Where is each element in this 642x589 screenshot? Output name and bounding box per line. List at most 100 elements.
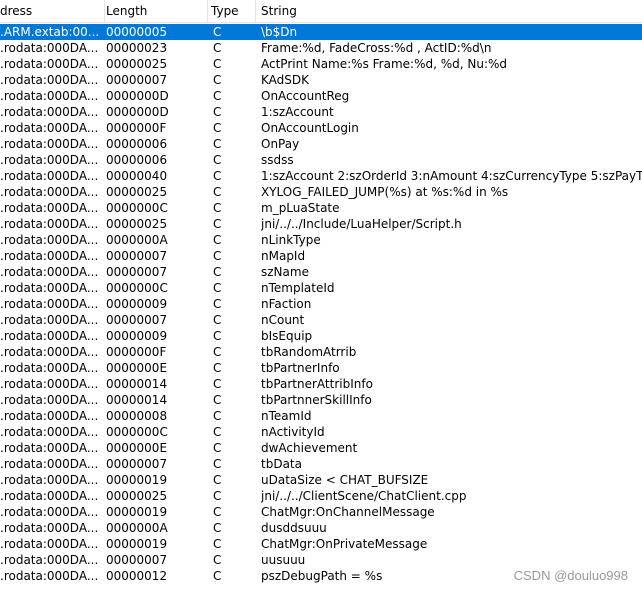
- string-cell: szName: [261, 265, 309, 279]
- length-cell: 0000000A: [106, 521, 168, 535]
- column-header-type[interactable]: Type: [211, 0, 255, 22]
- table-row[interactable]: .rodata:000DA... 00000019 C ChatMgr:OnPriva…: [0, 536, 642, 552]
- string-cell: OnAccountLogin: [261, 121, 359, 135]
- address-cell: .rodata:000DA...: [0, 121, 99, 135]
- length-cell: 0000000C: [106, 425, 168, 439]
- address-cell: .rodata:000DA...: [0, 297, 99, 311]
- table-row[interactable]: .rodata:000DA... 00000040 C 1:szAccount 2:s…: [0, 168, 642, 184]
- table-row[interactable]: .rodata:000DA... 00000019 C ChatMgr:OnChann…: [0, 504, 642, 520]
- type-cell: C: [213, 505, 222, 519]
- string-cell: Frame:%d, FadeCross:%d , ActID:%d\n: [261, 41, 492, 55]
- column-separator[interactable]: [255, 0, 256, 22]
- table-row[interactable]: .rodata:000DA... 00000007 CnMapId: [0, 248, 642, 264]
- table-row[interactable]: .rodata:000DA... 00000007 CnCount: [0, 312, 642, 328]
- table-row[interactable]: .rodata:000DA... 00000009 CbIsEquip: [0, 328, 642, 344]
- type-cell: C: [213, 345, 222, 359]
- table-row[interactable]: .rodata:000DA... 0000000C Cm_pLuaState: [0, 200, 642, 216]
- type-cell: C: [213, 265, 222, 279]
- length-cell: 0000000D: [106, 89, 169, 103]
- table-row[interactable]: .rodata:000DA... 0000000C CnActivityId: [0, 424, 642, 440]
- table-row[interactable]: .rodata:000DA... 00000006 C OnPay: [0, 136, 642, 152]
- table-row[interactable]: .ARM.extab:00... 00000005 C \b$Dn: [0, 24, 642, 40]
- table-row[interactable]: .rodata:000DA... 00000025 Cjni/../../Inclu…: [0, 216, 642, 232]
- column-header-address[interactable]: dress: [0, 0, 104, 22]
- table-row[interactable]: .rodata:000DA... 00000007 CszName: [0, 264, 642, 280]
- column-header-string[interactable]: String: [261, 0, 642, 22]
- string-cell: nTeamId: [261, 409, 312, 423]
- string-cell: tbPartnnerSkillInfo: [261, 393, 372, 407]
- address-cell: .rodata:000DA...: [0, 169, 99, 183]
- string-cell: 1:szAccount: [261, 105, 334, 119]
- type-cell: C: [213, 153, 222, 167]
- string-cell: tbRandomAtrrib: [261, 345, 357, 359]
- type-cell: C: [213, 201, 222, 215]
- type-cell: C: [213, 121, 222, 135]
- string-cell: dusddsuuu: [261, 521, 327, 535]
- table-row[interactable]: .rodata:000DA... 00000025 Cjni/../../Clien…: [0, 488, 642, 504]
- table-row[interactable]: .rodata:000DA... 0000000C CnTemplateId: [0, 280, 642, 296]
- address-cell: .rodata:000DA...: [0, 457, 99, 471]
- column-separator[interactable]: [207, 0, 208, 22]
- type-cell: C: [213, 105, 222, 119]
- address-cell: .rodata:000DA...: [0, 185, 99, 199]
- table-row[interactable]: .rodata:000DA... 0000000F CtbRandomAtrrib: [0, 344, 642, 360]
- type-cell: C: [213, 537, 222, 551]
- type-cell: C: [213, 73, 222, 87]
- table-row[interactable]: .rodata:000DA... 00000007 C KAdSDK: [0, 72, 642, 88]
- type-cell: C: [213, 569, 222, 583]
- table-row[interactable]: .rodata:000DA... 00000014 CtbPartnnerSkill…: [0, 392, 642, 408]
- length-cell: 00000019: [106, 473, 168, 487]
- address-cell: .rodata:000DA...: [0, 281, 99, 295]
- type-cell: C: [213, 393, 222, 407]
- type-cell: C: [213, 137, 222, 151]
- type-cell: C: [213, 217, 222, 231]
- table-row[interactable]: .rodata:000DA... 0000000F C OnAccountLogin: [0, 120, 642, 136]
- address-cell: .rodata:000DA...: [0, 537, 99, 551]
- type-cell: C: [213, 297, 222, 311]
- table-row[interactable]: .rodata:000DA... 0000000D C OnAccountReg: [0, 88, 642, 104]
- address-cell: .rodata:000DA...: [0, 505, 99, 519]
- length-cell: 00000025: [106, 489, 168, 503]
- string-cell: tbPartnerAttribInfo: [261, 377, 373, 391]
- string-cell: jni/../../ClientScene/ChatClient.cpp: [261, 489, 467, 503]
- length-cell: 0000000C: [106, 201, 168, 215]
- address-cell: .rodata:000DA...: [0, 313, 99, 327]
- string-cell: ssdss: [261, 153, 294, 167]
- type-cell: C: [213, 41, 222, 55]
- table-row[interactable]: .rodata:000DA... 00000025 C XYLOG_FAILED_JU…: [0, 184, 642, 200]
- type-cell: C: [213, 361, 222, 375]
- length-cell: 00000008: [106, 409, 168, 423]
- column-separator[interactable]: [104, 0, 105, 22]
- length-cell: 00000007: [106, 457, 168, 471]
- address-cell: .rodata:000DA...: [0, 473, 99, 487]
- length-cell: 00000019: [106, 537, 168, 551]
- table-row[interactable]: .rodata:000DA... 00000008 CnTeamId: [0, 408, 642, 424]
- table-row[interactable]: .rodata:000DA... 00000007 Cuusuuu: [0, 552, 642, 568]
- table-row[interactable]: .rodata:000DA... 00000009 CnFaction: [0, 296, 642, 312]
- string-cell: tbPartnerInfo: [261, 361, 340, 375]
- table-row[interactable]: .rodata:000DA... 00000019 CuDataSize < CHA…: [0, 472, 642, 488]
- table-row[interactable]: .rodata:000DA... 00000014 CtbPartnerAttrib…: [0, 376, 642, 392]
- type-cell: C: [213, 185, 222, 199]
- table-row[interactable]: .rodata:000DA... 0000000E CdwAchievement: [0, 440, 642, 456]
- type-cell: C: [213, 473, 222, 487]
- table-row[interactable]: .rodata:000DA... 0000000A Cdusddsuuu: [0, 520, 642, 536]
- column-header-length[interactable]: Length: [106, 0, 206, 22]
- table-row[interactable]: .rodata:000DA... 00000006 Cssdss: [0, 152, 642, 168]
- table-row[interactable]: .rodata:000DA... 00000007 CtbData: [0, 456, 642, 472]
- table-row[interactable]: .rodata:000DA... 0000000E CtbPartnerInfo: [0, 360, 642, 376]
- table-row[interactable]: .rodata:000DA... 0000000A CnLinkType: [0, 232, 642, 248]
- table-row[interactable]: .rodata:000DA... 00000025 C ActPrint Name:%…: [0, 56, 642, 72]
- string-cell: nActivityId: [261, 425, 325, 439]
- table-row[interactable]: .rodata:000DA... 00000023 C Frame:%d, FadeC…: [0, 40, 642, 56]
- type-cell: C: [213, 169, 222, 183]
- table-row[interactable]: .rodata:000DA... 0000000D C 1:szAccount: [0, 104, 642, 120]
- length-cell: 00000025: [106, 217, 168, 231]
- string-cell: KAdSDK: [261, 73, 309, 87]
- address-cell: .rodata:000DA...: [0, 425, 99, 439]
- length-cell: 00000009: [106, 329, 168, 343]
- watermark: CSDN @douluo998: [513, 568, 628, 583]
- length-cell: 0000000E: [106, 361, 168, 375]
- type-cell: C: [213, 441, 222, 455]
- string-cell: ActPrint Name:%s Frame:%d, %d, Nu:%d: [261, 57, 508, 71]
